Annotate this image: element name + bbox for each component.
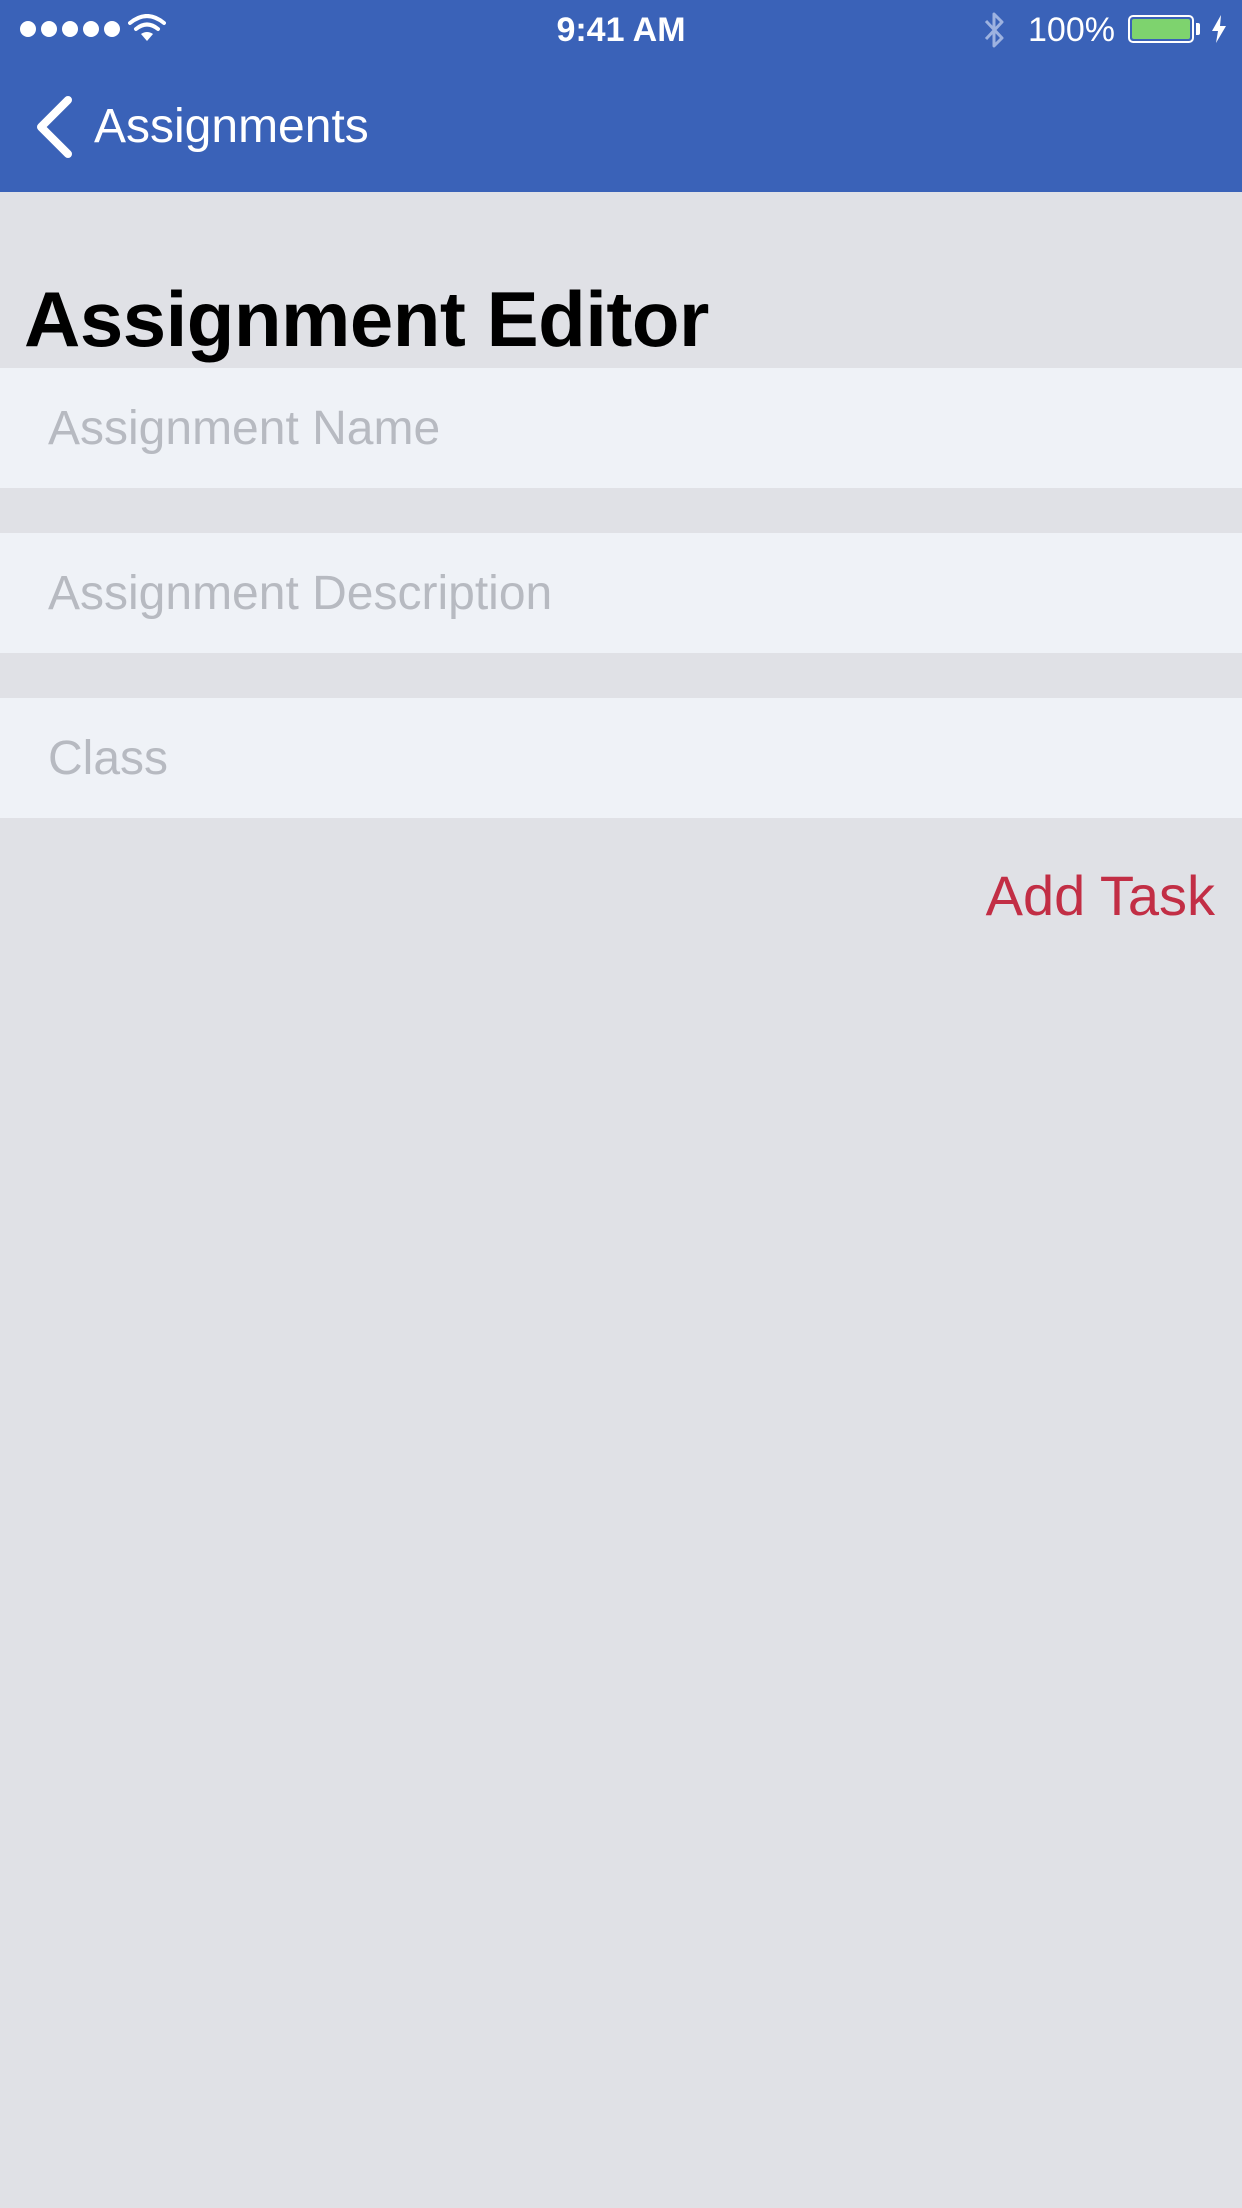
assignment-description-input[interactable] (0, 533, 1242, 653)
bluetooth-icon (984, 12, 1004, 48)
battery-icon (1128, 15, 1194, 43)
class-input[interactable] (0, 698, 1242, 818)
back-button-label: Assignments (94, 100, 369, 153)
back-button[interactable]: Assignments (34, 92, 369, 162)
navigation-bar: 9:41 AM 100% Assignments (0, 0, 1242, 192)
battery-tip (1196, 23, 1200, 35)
status-bar: 9:41 AM 100% (0, 0, 1242, 60)
assignment-name-input[interactable] (0, 368, 1242, 488)
battery-percent: 100% (1028, 11, 1115, 49)
assignment-name-field-row (0, 368, 1242, 488)
assignment-description-field-row (0, 533, 1242, 653)
class-field-row (0, 698, 1242, 818)
chevron-left-icon (37, 96, 72, 158)
charging-bolt-icon (1212, 15, 1226, 43)
page-title: Assignment Editor (24, 275, 709, 364)
add-task-button[interactable]: Add Task (986, 864, 1215, 928)
